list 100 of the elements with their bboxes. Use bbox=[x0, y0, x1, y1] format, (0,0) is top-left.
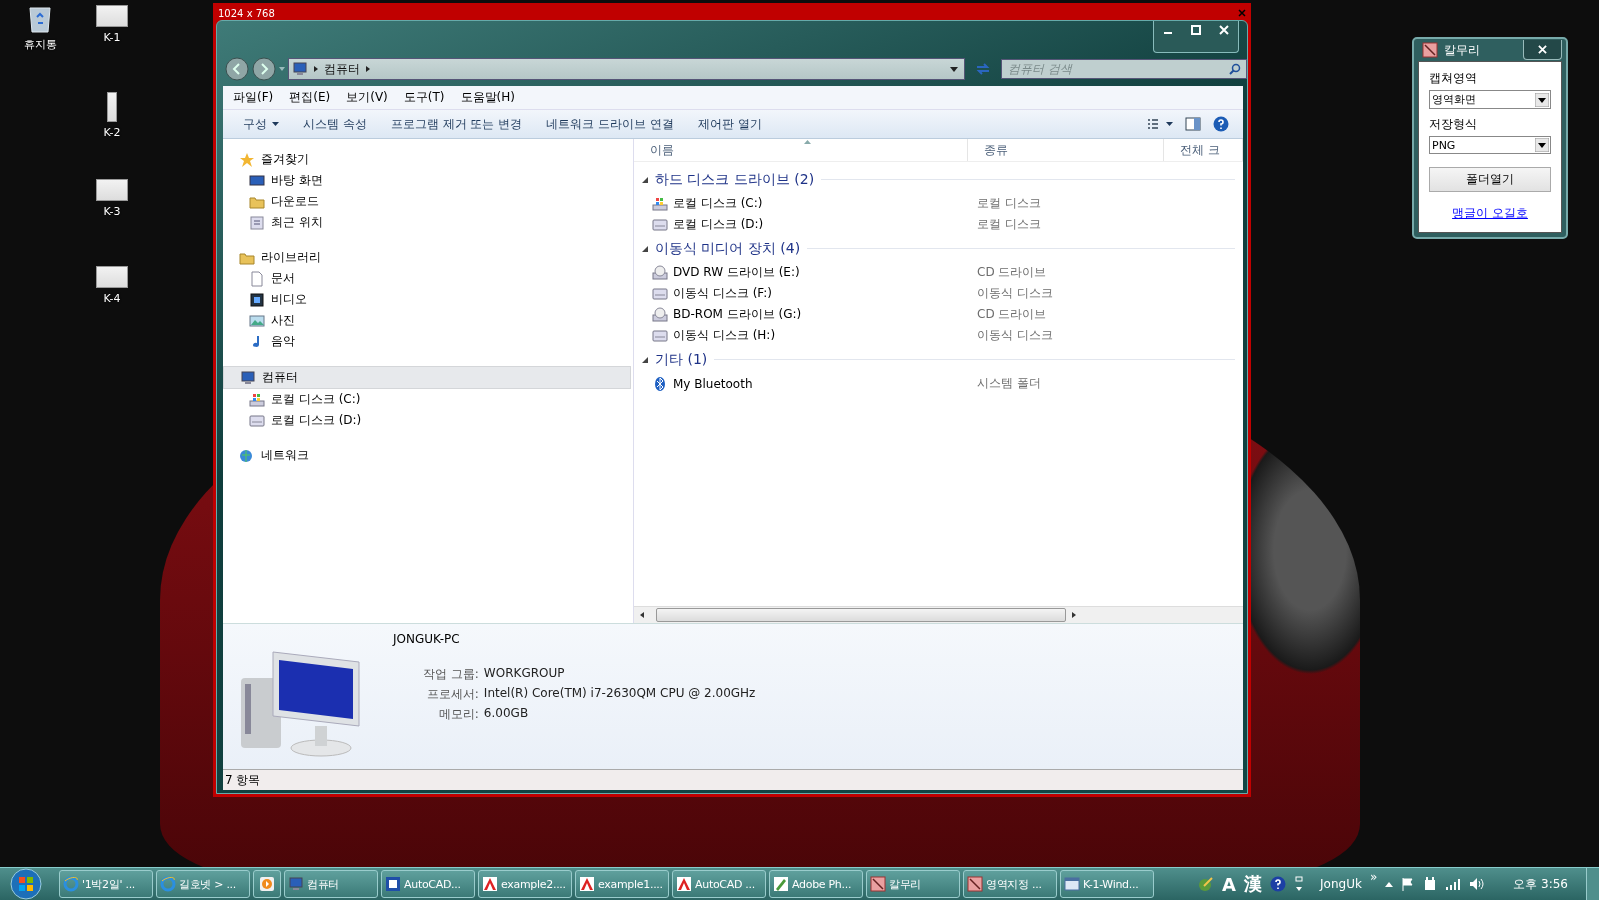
drive-row[interactable]: BD-ROM 드라이브 (G:) CD 드라이브 bbox=[642, 304, 1235, 325]
drive-row[interactable]: 이동식 디스크 (H:) 이동식 디스크 bbox=[642, 325, 1235, 346]
desktop-icon-label[interactable]: K-4 bbox=[103, 292, 121, 305]
taskbar-button[interactable]: AutoCAD ... bbox=[672, 870, 766, 898]
toolbar-button[interactable]: 네트워크 드라이브 연결 bbox=[540, 113, 680, 135]
taskbar-button[interactable]: 영역지정 ... bbox=[963, 870, 1057, 898]
caret-icon[interactable] bbox=[272, 122, 279, 126]
nav-item[interactable]: 네트워크 bbox=[223, 445, 633, 466]
image-file-thumbnail[interactable] bbox=[107, 92, 117, 122]
drive-row[interactable]: My Bluetooth 시스템 폴더 bbox=[642, 373, 1235, 394]
breadcrumb[interactable]: 컴퓨터 bbox=[324, 60, 360, 78]
taskbar-button[interactable]: '1박2일' ... bbox=[59, 870, 153, 898]
taskbar-button[interactable] bbox=[253, 870, 281, 898]
column-header[interactable]: 종류 bbox=[968, 139, 1164, 161]
ime-mode[interactable]: A bbox=[1222, 873, 1237, 895]
dropdown-arrow-icon[interactable] bbox=[1535, 92, 1549, 107]
nav-item[interactable]: 로컬 디스크 (C:) bbox=[223, 389, 633, 410]
collapse-icon[interactable] bbox=[642, 356, 648, 363]
app-icon bbox=[967, 876, 983, 892]
menu-item[interactable]: 보기(V) bbox=[346, 89, 388, 106]
image-file-thumbnail[interactable] bbox=[96, 266, 128, 288]
volume-icon[interactable] bbox=[1469, 877, 1486, 891]
chevron-icon[interactable] bbox=[366, 66, 370, 72]
nav-item[interactable]: 바탕 화면 bbox=[223, 170, 633, 191]
column-header[interactable]: 전체 크 bbox=[1164, 139, 1243, 161]
forward-icon[interactable] bbox=[252, 57, 276, 81]
taskbar-button[interactable]: 길호넷 > ... bbox=[156, 870, 250, 898]
toolbar-name[interactable]: JongUk bbox=[1320, 877, 1362, 891]
power-icon[interactable] bbox=[1423, 876, 1438, 892]
nav-item[interactable]: 비디오 bbox=[223, 289, 633, 310]
help-icon[interactable] bbox=[1213, 116, 1229, 132]
pencil-icon[interactable] bbox=[1198, 876, 1215, 892]
nav-item[interactable]: 사진 bbox=[223, 310, 633, 331]
taskbar-button[interactable]: Adobe Ph... bbox=[769, 870, 863, 898]
desktop-icon-label[interactable]: K-2 bbox=[103, 126, 121, 139]
taskbar-button[interactable]: example1.... bbox=[575, 870, 669, 898]
window-caption-buttons[interactable] bbox=[1153, 21, 1239, 53]
nav-item[interactable]: 최근 위치 bbox=[223, 212, 633, 233]
more-button[interactable]: » bbox=[1369, 870, 1378, 884]
search-field[interactable]: 컴퓨터 검색 bbox=[1001, 59, 1247, 79]
close-button[interactable] bbox=[1523, 40, 1562, 60]
clock[interactable]: 오후 3:56 bbox=[1513, 875, 1568, 893]
toolbar-button[interactable]: 시스템 속성 bbox=[297, 113, 373, 135]
nav-item[interactable]: 다운로드 bbox=[223, 191, 633, 212]
toolbar-button[interactable]: 프로그램 제거 또는 변경 bbox=[384, 113, 529, 135]
menu-item[interactable]: 파일(F) bbox=[233, 89, 274, 106]
scroll-right-icon[interactable] bbox=[1072, 612, 1076, 618]
toolbar-button[interactable]: 제어판 열기 bbox=[691, 113, 768, 135]
address-bar[interactable]: 컴퓨터 bbox=[288, 58, 965, 80]
collapse-icon[interactable] bbox=[642, 245, 648, 252]
taskbar-button[interactable]: 칼무리 bbox=[866, 870, 960, 898]
dropdown[interactable]: 영역화면 bbox=[1429, 90, 1551, 109]
collapse-icon[interactable] bbox=[642, 176, 648, 183]
nav-item[interactable]: 문서 bbox=[223, 268, 633, 289]
scroll-left-icon[interactable] bbox=[640, 612, 644, 618]
menu-item[interactable]: 도구(T) bbox=[403, 89, 445, 106]
taskbar-button[interactable]: K-1-Wind... bbox=[1060, 870, 1154, 898]
drive-row[interactable]: 로컬 디스크 (C:) 로컬 디스크 bbox=[642, 193, 1235, 214]
signal-icon[interactable] bbox=[1445, 878, 1462, 890]
start-button[interactable] bbox=[10, 868, 42, 900]
nav-item[interactable]: 컴퓨터 bbox=[223, 366, 631, 389]
back-icon[interactable] bbox=[225, 57, 249, 81]
sysdrive-icon bbox=[249, 391, 265, 408]
drive-row[interactable]: 이동식 디스크 (F:) 이동식 디스크 bbox=[642, 283, 1235, 304]
recycle-bin-icon[interactable] bbox=[28, 5, 52, 33]
nav-item[interactable]: 라이브러리 bbox=[223, 247, 633, 268]
image-file-thumbnail[interactable] bbox=[96, 179, 128, 201]
group-header[interactable]: 이동식 미디어 장치 (4) bbox=[655, 239, 801, 258]
group-header[interactable]: 하드 디스크 드라이브 (2) bbox=[655, 170, 815, 189]
menu-item[interactable]: 편집(E) bbox=[289, 89, 331, 106]
view-options-icon[interactable] bbox=[1147, 118, 1173, 130]
menu-item[interactable]: 도움말(H) bbox=[460, 89, 515, 106]
taskbar-button[interactable]: example2.... bbox=[478, 870, 572, 898]
item-name: 로컬 디스크 (D:) bbox=[673, 216, 764, 233]
desktop-icon-label[interactable]: 휴지통 bbox=[23, 37, 57, 52]
nav-item[interactable]: 로컬 디스크 (D:) bbox=[223, 410, 633, 431]
help-icon[interactable] bbox=[1270, 876, 1287, 892]
show-hidden-icon[interactable] bbox=[1385, 881, 1394, 887]
dropdown-arrow-icon[interactable] bbox=[1535, 138, 1549, 152]
flag-icon[interactable] bbox=[1401, 877, 1416, 891]
dropdown-caret-icon[interactable] bbox=[950, 66, 958, 72]
preview-pane-icon[interactable] bbox=[1185, 117, 1201, 131]
dropdown[interactable]: PNG bbox=[1429, 136, 1551, 154]
desktop-icon-label[interactable]: K-1 bbox=[103, 31, 121, 44]
nav-item[interactable]: 즐겨찾기 bbox=[223, 149, 633, 170]
ime-mode[interactable]: 漢 bbox=[1244, 872, 1263, 896]
desktop-icon-label[interactable]: K-3 bbox=[103, 205, 121, 218]
toolbar-button[interactable]: 구성 bbox=[237, 113, 285, 135]
image-file-thumbnail[interactable] bbox=[96, 5, 128, 27]
taskbar-button[interactable]: AutoCAD... bbox=[381, 870, 475, 898]
item-type: 시스템 폴더 bbox=[977, 375, 1041, 392]
nav-item[interactable]: 음악 bbox=[223, 331, 633, 352]
group-header[interactable]: 기타 (1) bbox=[655, 350, 708, 369]
drive-row[interactable]: DVD RW 드라이브 (E:) CD 드라이브 bbox=[642, 262, 1235, 283]
taskbar-button[interactable]: 컴퓨터 bbox=[284, 870, 378, 898]
open-folder-button[interactable]: 폴더열기 bbox=[1429, 167, 1551, 192]
drive-row[interactable]: 로컬 디스크 (D:) 로컬 디스크 bbox=[642, 214, 1235, 235]
author-link[interactable]: 맹글이 오길호 bbox=[1429, 205, 1551, 222]
horizontal-scrollbar[interactable] bbox=[634, 606, 1243, 623]
picture-icon bbox=[249, 312, 265, 329]
